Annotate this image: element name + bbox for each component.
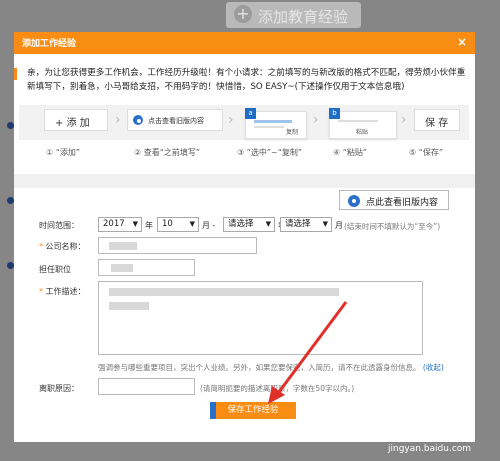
step-num-badge: b bbox=[329, 108, 340, 119]
leave-reason-label: 离职原因： bbox=[39, 384, 79, 393]
month-unit: 月 bbox=[335, 221, 343, 230]
caret-down-icon: ▼ bbox=[189, 220, 195, 228]
step-caption: ② 查看“之前填写” bbox=[134, 148, 201, 157]
blurred-text bbox=[109, 242, 137, 250]
step-captions: ① “添加” ② 查看“之前填写” ③ “选中”~“复制” ④ “粘贴” ⑤ “… bbox=[14, 147, 475, 161]
blurred-text bbox=[111, 264, 133, 272]
step-paste-sheet: b 粘贴 bbox=[329, 108, 397, 139]
background-radio-dot bbox=[7, 122, 14, 129]
view-old-content-button[interactable]: 点此查看旧版内容 bbox=[339, 190, 449, 210]
start-month-value: 10 bbox=[162, 219, 173, 229]
end-month-select[interactable]: 请选择 ▼ bbox=[280, 217, 332, 232]
step-copy-label: 复制 bbox=[286, 129, 299, 136]
chevron-right-icon: › bbox=[228, 112, 234, 128]
work-description-hint: 强调参与哪些重要项目，突出个人业绩。另外，如果您要保密，入简历，请不在此透露身份… bbox=[98, 362, 444, 373]
plus-icon: + bbox=[234, 5, 252, 23]
time-range-label: 时间范围： bbox=[39, 221, 79, 230]
year-unit: 年 bbox=[145, 221, 153, 230]
leave-reason-hint: (请简明扼要的描述离职原，字数在50字以内。) bbox=[200, 384, 355, 393]
dialog-header: 添加工作经验 × bbox=[14, 32, 475, 54]
work-description-label: * 工作描述： bbox=[39, 286, 86, 297]
add-education-label: 添加教育经验 bbox=[258, 8, 349, 26]
close-icon[interactable]: × bbox=[457, 35, 467, 49]
position-label: 担任职位 bbox=[39, 265, 71, 274]
start-year-value: 2017 bbox=[103, 219, 125, 229]
hint-text: 强调参与哪些重要项目，突出个人业绩。另外，如果您要保密， bbox=[98, 363, 308, 372]
chevron-right-icon: › bbox=[313, 112, 319, 128]
step-add-label: + 添 加 bbox=[55, 118, 90, 129]
save-work-experience-button[interactable]: 保存工作经验 bbox=[210, 402, 296, 419]
view-old-content-label: 点此查看旧版内容 bbox=[366, 198, 439, 208]
company-name-label: * 公司名称： bbox=[39, 241, 86, 252]
step-copy-sheet: a 复制 bbox=[245, 108, 307, 139]
step-save-button: 保 存 bbox=[414, 109, 460, 131]
step-view-label: 点击查看旧版内容 bbox=[148, 117, 204, 125]
start-year-select[interactable]: 2017 ▼ bbox=[98, 217, 142, 232]
blurred-text bbox=[109, 302, 149, 310]
end-month-value: 请选择 bbox=[285, 219, 311, 229]
add-work-experience-dialog: 添加工作经验 × 亲，为让您获得更多工作机会，工作经历升级啦！有个小请求：之前填… bbox=[14, 32, 475, 442]
dialog-title: 添加工作经验 bbox=[22, 39, 77, 49]
work-description-textarea[interactable] bbox=[98, 281, 423, 355]
position-input[interactable] bbox=[98, 259, 195, 276]
caret-down-icon: ▼ bbox=[322, 220, 328, 228]
leave-reason-input[interactable] bbox=[98, 378, 195, 395]
intro-accent-bar bbox=[14, 68, 17, 80]
company-name-input[interactable] bbox=[98, 237, 257, 254]
step-caption: ⑤ “保存” bbox=[409, 148, 444, 157]
step-paste-label: 粘贴 bbox=[356, 129, 369, 136]
step-caption: ③ “选中”~“复制” bbox=[237, 148, 302, 157]
selected-line bbox=[254, 120, 292, 123]
step-caption: ① “添加” bbox=[46, 148, 81, 157]
baidu-watermark-url: jingyan.baidu.com bbox=[388, 444, 472, 454]
chevron-right-icon: › bbox=[115, 112, 121, 128]
section-divider bbox=[14, 174, 475, 188]
background-radio-dot bbox=[7, 262, 14, 269]
hint-text: 入简历，请不在此透露身份信息。 bbox=[308, 363, 421, 372]
blurred-text bbox=[109, 288, 339, 296]
intro-text: 亲，为让您获得更多工作机会，工作经历升级啦！有个小请求：之前填写的与新改版的格式… bbox=[27, 68, 466, 92]
end-year-select[interactable]: 请选择 ▼ bbox=[223, 217, 275, 232]
company-name-label-text: 公司名称： bbox=[45, 242, 86, 251]
background-radio-dot bbox=[7, 197, 14, 204]
step-view-button: 点击查看旧版内容 bbox=[127, 109, 223, 131]
step-caption: ④ “粘贴” bbox=[333, 148, 368, 157]
add-education-button[interactable]: + 添加教育经验 bbox=[226, 2, 361, 28]
work-description-label-text: 工作描述： bbox=[45, 287, 86, 296]
step-num-badge: a bbox=[245, 108, 256, 119]
step-add-button: + 添 加 bbox=[44, 109, 108, 131]
time-range-hint: (结束时间不填默认为“至今”) bbox=[344, 222, 441, 231]
month-unit-dash: 月 - bbox=[202, 221, 216, 230]
collapse-link[interactable]: (收起) bbox=[423, 363, 444, 372]
step-save-label: 保 存 bbox=[425, 118, 449, 129]
caret-down-icon: ▼ bbox=[132, 220, 138, 228]
start-month-select[interactable]: 10 ▼ bbox=[157, 217, 199, 232]
eye-icon bbox=[348, 195, 360, 207]
baidu-watermark: Baidu 经验 bbox=[364, 424, 420, 435]
eye-icon bbox=[133, 115, 143, 125]
text-line bbox=[338, 120, 378, 122]
end-year-value: 请选择 bbox=[228, 219, 254, 229]
steps-guide: + 添 加 › 点击查看旧版内容 › a 复制 › b 粘贴 › 保 存 bbox=[19, 105, 469, 140]
caret-down-icon: ▼ bbox=[265, 220, 271, 228]
chevron-right-icon: › bbox=[401, 112, 407, 128]
text-line bbox=[254, 126, 284, 128]
